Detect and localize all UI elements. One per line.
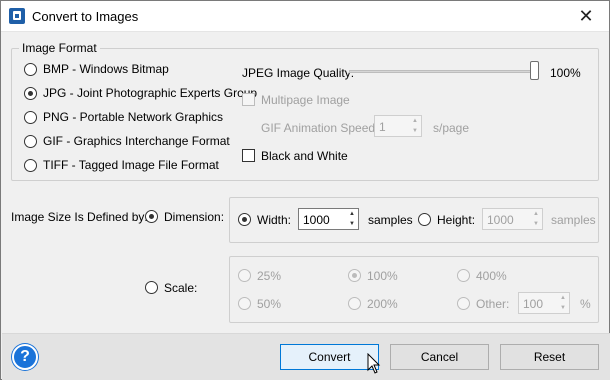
radio-width[interactable] — [238, 213, 251, 226]
gif-speed-stepper[interactable]: 1 ▲ ▼ — [374, 115, 422, 137]
radio-scale-400[interactable] — [457, 269, 470, 282]
window-title: Convert to Images — [32, 9, 139, 24]
scale-other-value: 100 — [523, 297, 544, 311]
radio-height[interactable] — [418, 213, 431, 226]
height-value: 1000 — [487, 213, 514, 227]
jpeg-quality-slider-thumb[interactable] — [530, 61, 539, 80]
jpeg-quality-slider[interactable] — [349, 70, 539, 73]
radio-jpg[interactable] — [24, 87, 37, 100]
radio-tiff[interactable] — [24, 159, 37, 172]
title-bar: Convert to Images ✕ — [1, 1, 609, 32]
mouse-cursor-icon — [367, 353, 381, 374]
cancel-button[interactable]: Cancel — [390, 344, 489, 370]
radio-png-label[interactable]: PNG - Portable Network Graphics — [43, 110, 223, 124]
radio-scale-100[interactable] — [348, 269, 361, 282]
reset-button[interactable]: Reset — [500, 344, 599, 370]
radio-scale-other[interactable] — [457, 297, 470, 310]
image-format-legend: Image Format — [19, 41, 100, 55]
black-white-label[interactable]: Black and White — [261, 149, 348, 163]
width-unit: samples — [368, 213, 413, 227]
radio-gif[interactable] — [24, 135, 37, 148]
scale-other-unit: % — [580, 297, 591, 311]
app-icon — [9, 8, 25, 24]
scale-25-label: 25% — [257, 269, 282, 283]
radio-png[interactable] — [24, 111, 37, 124]
jpeg-quality-value: 100% — [550, 66, 581, 80]
radio-jpg-label[interactable]: JPG - Joint Photographic Experts Group — [43, 86, 257, 100]
radio-gif-label[interactable]: GIF - Graphics Interchange Format — [43, 134, 230, 148]
close-icon[interactable]: ✕ — [563, 1, 609, 32]
spin-arrows-icon[interactable]: ▲ ▼ — [409, 116, 421, 136]
jpeg-quality-label: JPEG Image Quality: — [242, 66, 355, 80]
gif-speed-unit: s/page — [433, 121, 470, 135]
radio-scale-200[interactable] — [348, 297, 361, 310]
height-unit: samples — [551, 213, 596, 227]
help-icon[interactable]: ? — [12, 344, 38, 370]
radio-scale-50[interactable] — [238, 297, 251, 310]
scale-other-label: Other: — [476, 297, 510, 311]
radio-bmp[interactable] — [24, 63, 37, 76]
spin-arrows-icon[interactable]: ▲ ▼ — [346, 209, 358, 229]
convert-button[interactable]: Convert — [280, 344, 379, 370]
scale-400-label: 400% — [476, 269, 507, 283]
radio-scale[interactable] — [145, 281, 158, 294]
radio-bmp-label[interactable]: BMP - Windows Bitmap — [43, 62, 169, 76]
width-label[interactable]: Width: — [257, 213, 291, 227]
gif-speed-label: GIF Animation Speed: — [261, 121, 379, 135]
radio-tiff-label[interactable]: TIFF - Tagged Image File Format — [43, 158, 219, 172]
scale-200-label: 200% — [367, 297, 398, 311]
height-label[interactable]: Height: — [437, 213, 475, 227]
radio-scale-25[interactable] — [238, 269, 251, 282]
radio-dimension-label[interactable]: Dimension: — [164, 210, 224, 224]
multipage-checkbox[interactable] — [242, 93, 255, 106]
spin-arrows-icon[interactable]: ▲ ▼ — [557, 293, 569, 313]
width-stepper[interactable]: 1000 ▲ ▼ — [298, 208, 359, 230]
multipage-label: Multipage Image — [261, 93, 350, 107]
radio-dimension[interactable] — [145, 210, 158, 223]
height-stepper[interactable]: 1000 ▲ ▼ — [482, 208, 543, 230]
scale-50-label: 50% — [257, 297, 282, 311]
gif-speed-value: 1 — [379, 120, 386, 134]
scale-100-label: 100% — [367, 269, 398, 283]
width-value[interactable]: 1000 — [303, 213, 330, 227]
scale-other-stepper[interactable]: 100 ▲ ▼ — [518, 292, 570, 314]
radio-scale-label[interactable]: Scale: — [164, 281, 197, 295]
black-white-checkbox[interactable] — [242, 149, 255, 162]
image-size-label: Image Size Is Defined by: — [11, 210, 148, 224]
convert-to-images-dialog: Convert to Images ✕ Image Format BMP - W… — [0, 0, 610, 380]
spin-arrows-icon[interactable]: ▲ ▼ — [530, 209, 542, 229]
